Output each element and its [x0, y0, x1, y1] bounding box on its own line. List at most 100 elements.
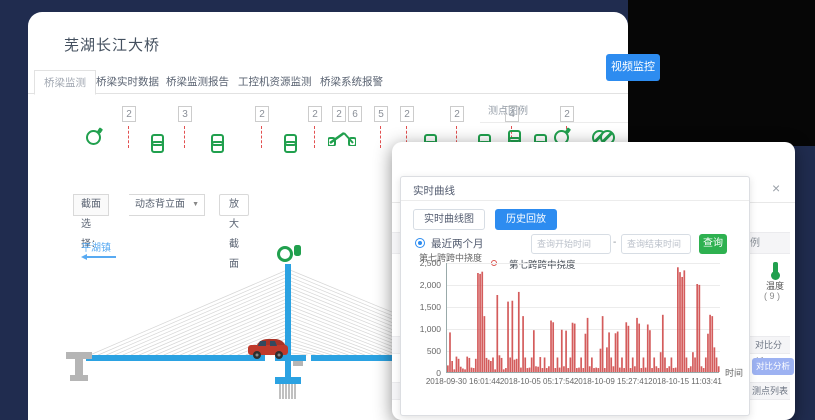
sensor-point[interactable]: 2	[122, 106, 136, 122]
sensor-point[interactable]: 2	[308, 106, 322, 122]
sensor-point[interactable]: 2	[332, 106, 346, 122]
bar	[718, 366, 720, 372]
bar	[625, 322, 627, 372]
bar	[615, 333, 617, 372]
sensor-point[interactable]: 5	[374, 106, 388, 122]
bar	[473, 368, 475, 372]
chain-icon[interactable]	[151, 134, 160, 150]
section-select-label: 截面选择：	[73, 194, 109, 216]
end-time-input[interactable]	[621, 234, 691, 254]
tab-system-alarm[interactable]: 桥梁系统报警	[320, 70, 383, 94]
bar	[597, 368, 599, 372]
chevron-down-icon: ▼	[192, 195, 199, 215]
zoom-section-button[interactable]: 放大截面	[219, 194, 249, 216]
sensor-point[interactable]: 2	[255, 106, 269, 122]
bar	[660, 352, 662, 372]
x-tick-label: 2018-10-15 11:03:41	[648, 377, 722, 386]
thermometer-icon[interactable]	[773, 262, 778, 274]
bar	[673, 368, 675, 372]
bar	[522, 316, 524, 372]
sensor-count-badge[interactable]: 5	[374, 106, 388, 122]
compare-analysis-button[interactable]: 对比分析	[752, 358, 794, 375]
sensor-point[interactable]: 2	[450, 106, 464, 122]
sensor-count-badge[interactable]: 2	[255, 106, 269, 122]
bar	[716, 357, 718, 372]
bar	[516, 359, 518, 372]
radio-label: 最近两个月	[431, 236, 484, 251]
pylon-chain-icon	[294, 245, 301, 256]
video-monitor-button[interactable]: 视频监控	[606, 54, 660, 81]
tab-bar: 桥梁监测 桥梁实时数据 桥梁监测报告 工控机资源监测 桥梁系统报警 视频监控	[28, 68, 628, 94]
bar	[714, 347, 716, 372]
bar	[595, 368, 597, 372]
bar	[507, 302, 509, 372]
bar	[690, 366, 692, 372]
bar	[675, 368, 677, 372]
bar	[565, 331, 567, 372]
bar	[451, 361, 453, 372]
sensor-count-badge[interactable]: 2	[308, 106, 322, 122]
bar	[535, 366, 537, 372]
car	[248, 339, 288, 359]
y-tick-label: 2,000	[401, 280, 441, 290]
bar	[488, 360, 490, 372]
bar	[677, 267, 679, 372]
bar	[453, 369, 455, 372]
stay-cable	[290, 324, 373, 355]
sensor-count-badge[interactable]: 6	[348, 106, 362, 122]
start-time-input[interactable]	[531, 234, 611, 254]
bar	[696, 284, 698, 372]
bar	[533, 330, 535, 372]
tab-realtime-curve[interactable]: 实时曲线图	[413, 209, 485, 230]
sensor-count-badge[interactable]: 2	[450, 106, 464, 122]
bar	[456, 357, 458, 372]
bar	[462, 368, 464, 372]
secondary-window: 测点图例 温度 ( 9 ) 对比分析 对比分析 测点列表 × 实时曲线 实时曲线…	[392, 142, 795, 420]
bar	[608, 332, 610, 372]
bar	[548, 366, 550, 372]
bearing-icon[interactable]	[328, 130, 356, 146]
bar	[694, 357, 696, 372]
bar	[653, 357, 655, 372]
sensor-point[interactable]: 2	[400, 106, 414, 122]
sensor-point[interactable]: 3	[178, 106, 192, 122]
tab-ipc-resources[interactable]: 工控机资源监测	[238, 70, 312, 94]
sensor-count-badge[interactable]: 2	[122, 106, 136, 122]
sensor-count-badge[interactable]: 2	[332, 106, 346, 122]
chain-icon[interactable]	[284, 134, 293, 150]
sensor-point[interactable]: 6	[348, 106, 362, 122]
gauge-icon[interactable]	[86, 130, 101, 145]
bar	[518, 292, 520, 372]
radio-last-two-months[interactable]	[415, 238, 425, 248]
sensor-count-badge[interactable]: 2	[400, 106, 414, 122]
bar	[557, 357, 559, 372]
tab-realtime-data[interactable]: 桥梁实时数据	[96, 70, 159, 94]
point-list-title: 测点列表	[752, 383, 788, 400]
section-select[interactable]: 动态背立面 ▼	[129, 194, 205, 216]
bar	[692, 352, 694, 372]
bar	[531, 357, 533, 372]
close-icon[interactable]: ×	[772, 180, 780, 196]
tab-bridge-monitor[interactable]: 桥梁监测	[34, 70, 96, 95]
tab-history-playback[interactable]: 历史回放	[495, 209, 557, 230]
bar	[490, 361, 492, 372]
query-button[interactable]: 查询	[699, 234, 727, 254]
section-select-value: 动态背立面	[135, 199, 185, 210]
bridge-town-label: 平湖镇	[81, 239, 111, 254]
tab-monitor-report[interactable]: 桥梁监测报告	[166, 70, 229, 94]
bar	[529, 368, 531, 372]
bar	[610, 357, 612, 372]
bar	[679, 272, 681, 372]
bar	[464, 369, 466, 372]
chain-icon[interactable]	[211, 134, 220, 150]
bar	[640, 368, 642, 372]
bar	[643, 357, 645, 372]
deck-support	[293, 361, 303, 366]
bar	[524, 357, 526, 372]
bar	[481, 272, 483, 372]
bar	[503, 369, 505, 372]
sensor-count-badge[interactable]: 3	[178, 106, 192, 122]
bar	[656, 366, 658, 372]
dashed-line	[261, 126, 262, 148]
stay-cable	[290, 320, 381, 355]
